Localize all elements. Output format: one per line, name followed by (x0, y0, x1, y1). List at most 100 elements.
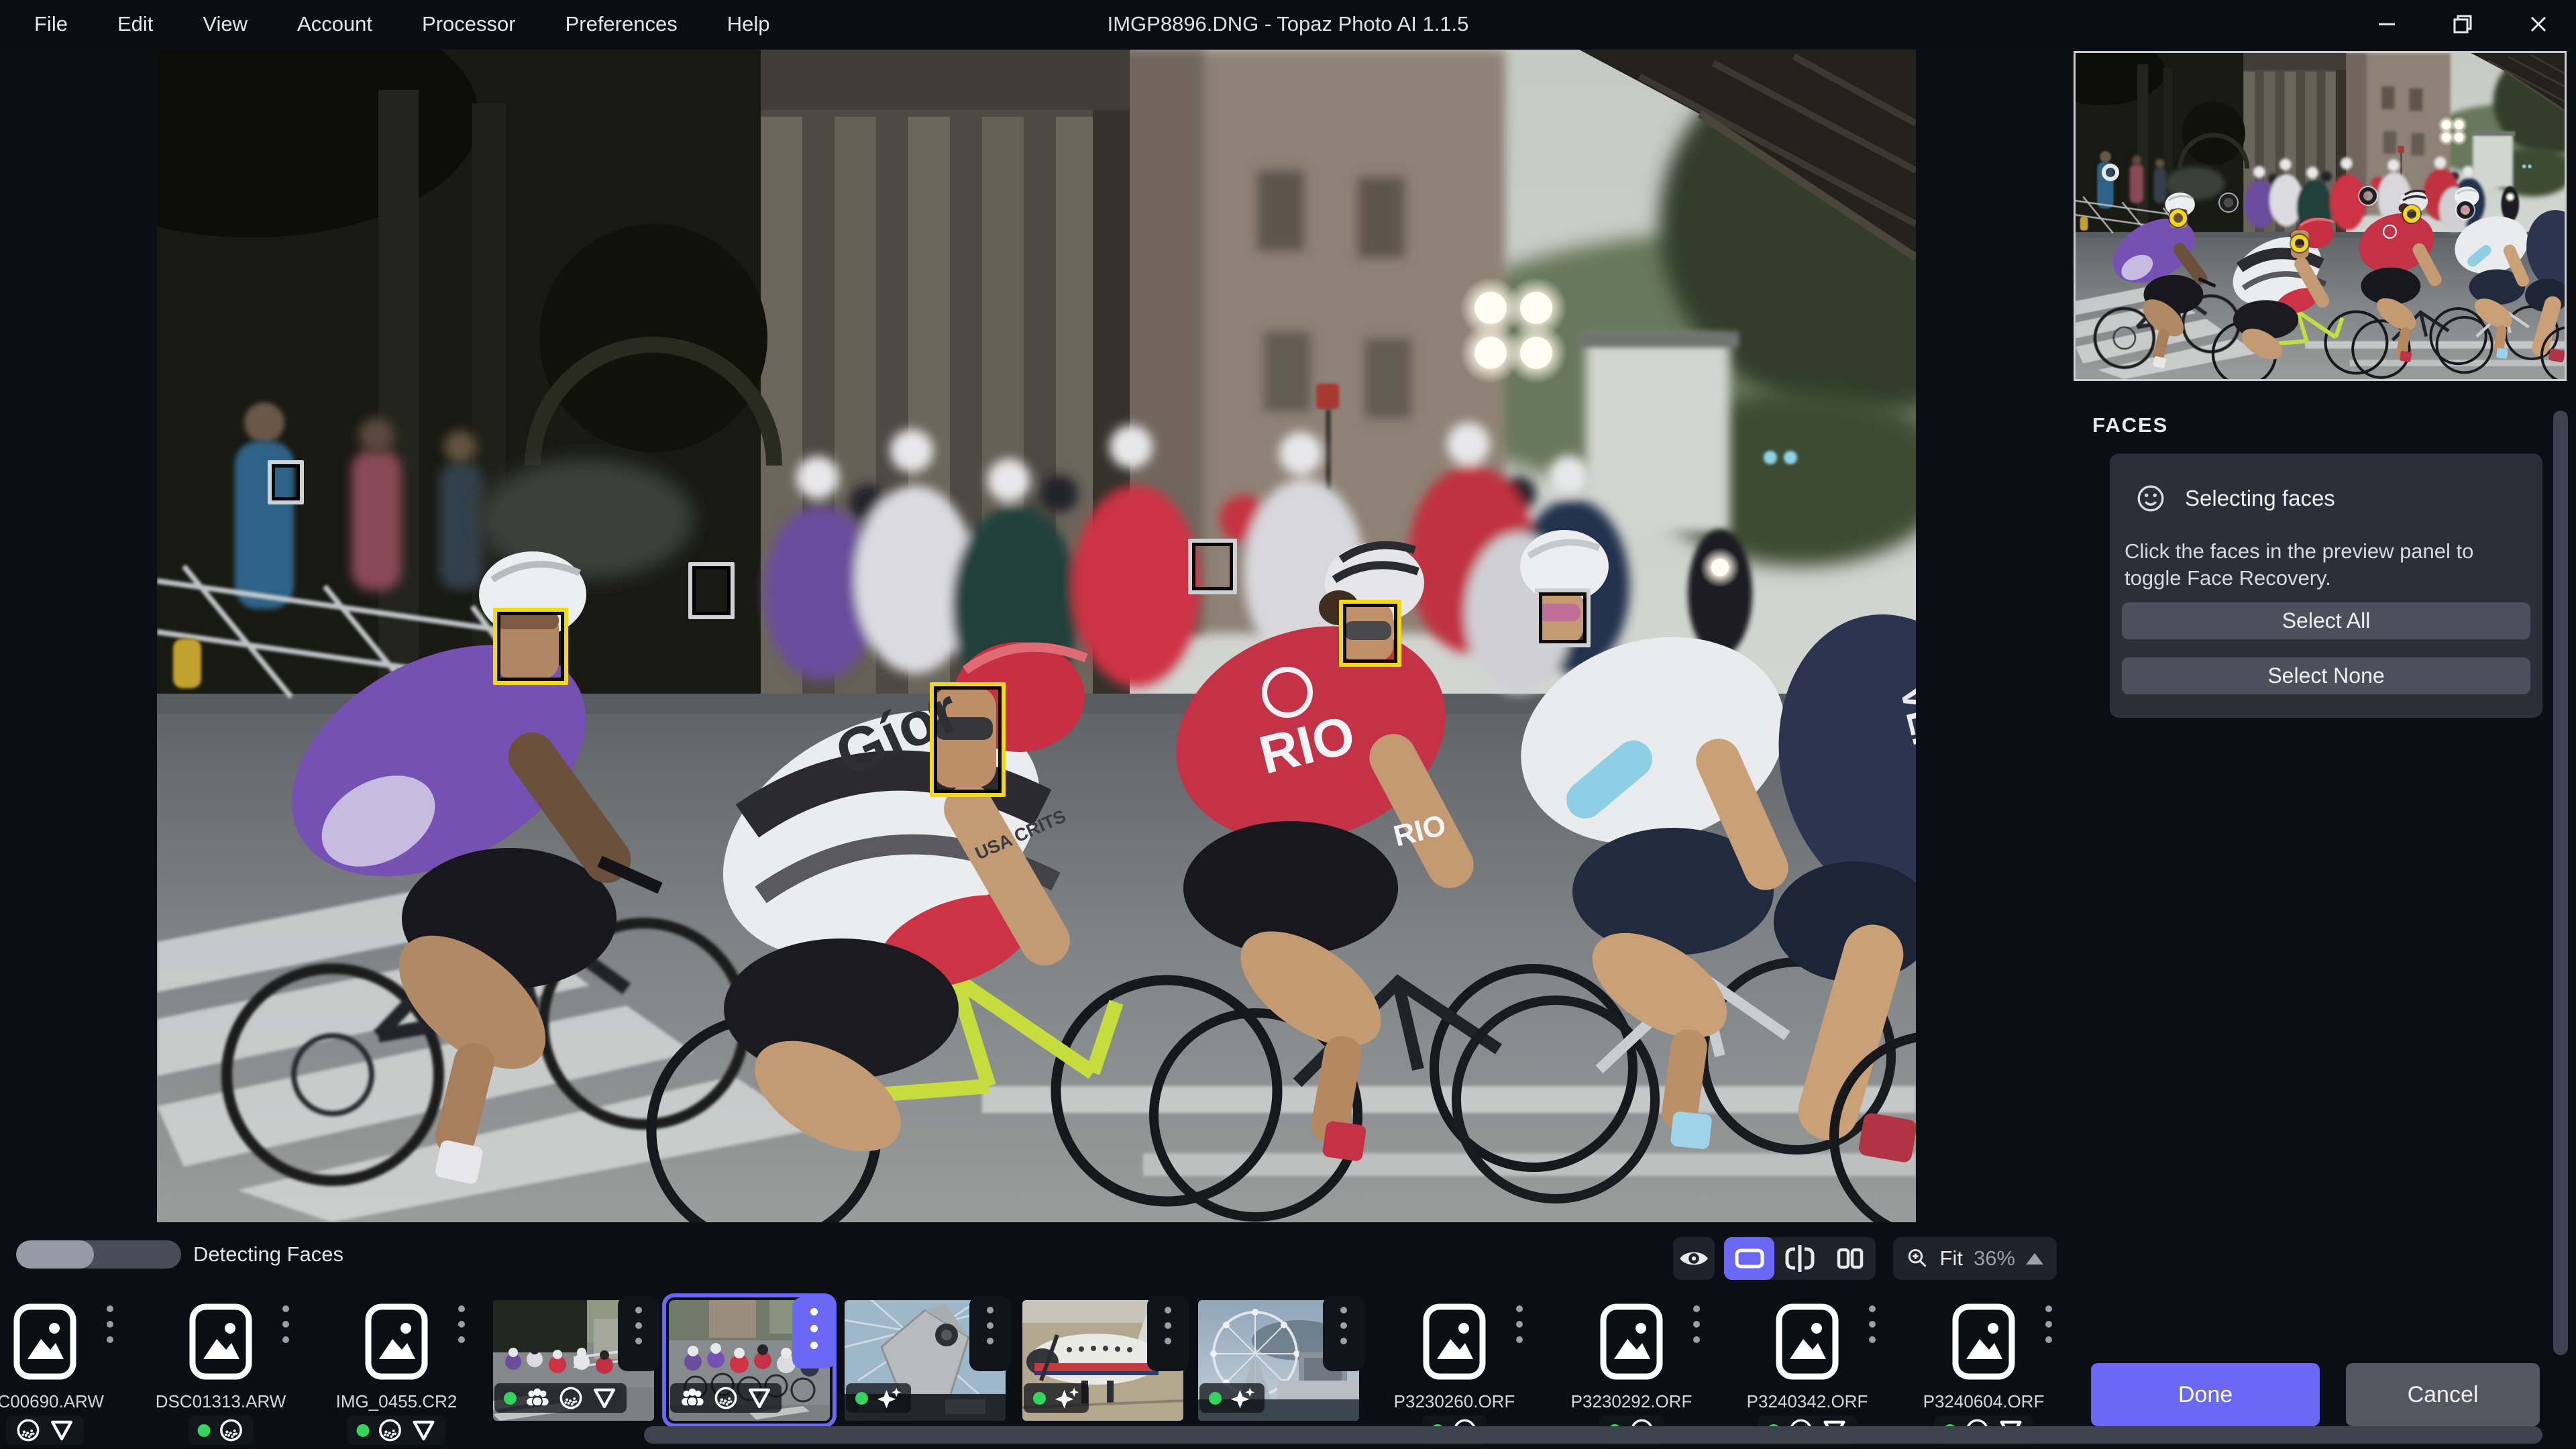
side-by-side-icon (1834, 1245, 1866, 1272)
thumbnail-status-badges (670, 1383, 782, 1413)
sharpen-badge-icon (411, 1417, 437, 1443)
view-mode-single[interactable] (1724, 1237, 1774, 1280)
thumbnail-menu-button[interactable] (1165, 1307, 1171, 1344)
navigator-face-marker-5[interactable] (2359, 187, 2377, 205)
menu-help[interactable]: Help (702, 12, 795, 36)
photo-canvas[interactable]: GíorUSA CRITSRIORIOVERGE (157, 50, 1916, 1222)
cancel-button[interactable]: Cancel (2346, 1363, 2540, 1426)
filmstrip-item-P3230260.ORF[interactable]: P3230260.ORF (1374, 1300, 1535, 1434)
filmstrip-item-spaceship[interactable] (845, 1300, 1006, 1434)
filmstrip-item-cycling-a[interactable] (493, 1300, 654, 1434)
menu-view[interactable]: View (178, 12, 272, 36)
filmstrip-item-cycling-b[interactable] (669, 1300, 830, 1434)
face-box-7-unselected[interactable] (1535, 588, 1591, 647)
navigator-face-marker-1[interactable] (2102, 164, 2119, 181)
view-mode-split[interactable] (1774, 1237, 1825, 1280)
photo-jersey-labels: GíorUSA CRITSRIORIOVERGE (157, 50, 1916, 1222)
done-button[interactable]: Done (2091, 1363, 2320, 1426)
sharpen-badge-icon (747, 1385, 772, 1411)
menu-file[interactable]: File (9, 12, 93, 36)
thumbnail-menu-button[interactable] (458, 1305, 465, 1343)
thumbnail-menu-button[interactable] (1869, 1305, 1876, 1343)
menu-bar: FileEditViewAccountProcessorPreferencesH… (9, 0, 794, 48)
thumbnail-menu-button-selected[interactable] (792, 1297, 835, 1368)
window-title: IMGP8896.DNG - Topaz Photo AI 1.1.5 (1108, 0, 1469, 48)
navigator-face-marker-3[interactable] (2220, 194, 2237, 211)
enhance-badge-icon (1054, 1385, 1079, 1411)
thumbnail-menu-button[interactable] (635, 1307, 642, 1344)
thumbnail-menu-notch (1323, 1296, 1364, 1371)
filmstrip-item-IMG_0455.CR2[interactable]: IMG_0455.CR2 (316, 1300, 477, 1434)
filmstrip: SC00690.ARWDSC01313.ARWIMG_0455.CR2 P3230… (0, 1283, 2073, 1449)
filmstrip-filename: IMG_0455.CR2 (276, 1391, 517, 1412)
filmstrip-item-DSC01313.ARW[interactable]: DSC01313.ARW (140, 1300, 301, 1434)
faces-status-title: Selecting faces (2185, 486, 2335, 511)
thumbnail-menu-button[interactable] (2045, 1305, 2052, 1343)
menu-account[interactable]: Account (272, 12, 397, 36)
ready-status-dot (357, 1424, 370, 1437)
filmstrip-item-P3240342.ORF[interactable]: P3240342.ORF (1727, 1300, 1888, 1434)
thumbnail-menu-button[interactable] (1693, 1305, 1700, 1343)
thumbnail-status-badges (347, 1415, 446, 1445)
faces-status-row: Selecting faces (2135, 483, 2335, 514)
restore-button[interactable] (2424, 0, 2500, 48)
face-box-6-selected[interactable] (1339, 600, 1401, 667)
preview-original-button[interactable] (1673, 1237, 1715, 1280)
denoise-badge-icon (558, 1385, 584, 1411)
navigator-photo (2076, 53, 2565, 379)
sharpen-badge-icon (49, 1417, 74, 1443)
thumbnail-status-badges (6, 1415, 84, 1445)
image-placeholder-icon (1951, 1303, 2016, 1381)
thumbnail-menu-button[interactable] (107, 1305, 113, 1343)
select-none-button[interactable]: Select None (2122, 657, 2530, 694)
zoom-dropdown-caret-icon[interactable] (2026, 1253, 2043, 1265)
thumbnail-status-badges (846, 1383, 911, 1413)
filmstrip-item-airplane[interactable] (1022, 1300, 1183, 1434)
zoom-control[interactable]: Fit 36% (1893, 1237, 2057, 1280)
denoise-badge-icon (378, 1417, 403, 1443)
eye-icon (1678, 1247, 1709, 1270)
close-icon (2527, 13, 2550, 36)
close-button[interactable] (2500, 0, 2576, 48)
face-box-2-selected[interactable] (493, 608, 568, 685)
thumbnail-menu-notch (618, 1296, 659, 1371)
split-view-icon (1784, 1244, 1816, 1273)
image-placeholder-icon (13, 1303, 77, 1381)
minimize-button[interactable] (2349, 0, 2424, 48)
menu-processor[interactable]: Processor (397, 12, 541, 36)
image-placeholder-icon (1422, 1303, 1487, 1381)
image-placeholder-icon (1599, 1303, 1664, 1381)
view-mode-side-by-side[interactable] (1825, 1237, 1876, 1280)
faces-section-heading: FACES (2092, 413, 2168, 437)
face-box-4-selected[interactable] (930, 682, 1006, 797)
ready-status-dot (198, 1424, 211, 1437)
filmstrip-item-ferris[interactable] (1198, 1300, 1359, 1434)
thumbnail-menu-button[interactable] (282, 1305, 289, 1343)
filmstrip-horizontal-scrollbar[interactable] (644, 1426, 2542, 1444)
menu-preferences[interactable]: Preferences (541, 12, 702, 36)
sharpen-badge-icon (592, 1385, 617, 1411)
face-box-1-unselected[interactable] (268, 460, 304, 504)
face-box-3-unselected[interactable] (688, 562, 735, 619)
panel-vertical-scrollbar[interactable] (2553, 411, 2568, 1355)
navigator-preview[interactable] (2074, 51, 2567, 381)
menu-edit[interactable]: Edit (93, 12, 178, 36)
thumbnail-menu-button[interactable] (1516, 1305, 1523, 1343)
enhance-badge-icon (1230, 1385, 1255, 1411)
restore-icon (2451, 13, 2474, 36)
navigator-face-marker-2[interactable] (2169, 209, 2187, 227)
face-box-5-unselected[interactable] (1188, 539, 1237, 594)
image-placeholder-icon (1775, 1303, 1839, 1381)
filmstrip-item-P3240604.ORF[interactable]: P3240604.ORF (1903, 1300, 2064, 1434)
thumbnail-menu-button[interactable] (987, 1307, 994, 1344)
select-all-button[interactable]: Select All (2122, 602, 2530, 639)
navigator-face-marker-7[interactable] (2457, 201, 2474, 219)
filmstrip-item-P3230292.ORF[interactable]: P3230292.ORF (1551, 1300, 1712, 1434)
ready-status-dot (855, 1392, 868, 1405)
filmstrip-item-SC00690.ARW[interactable]: SC00690.ARW (0, 1300, 125, 1434)
denoise-badge-icon (219, 1417, 244, 1443)
thumbnail-status-badges (494, 1383, 627, 1413)
svg-text:RIO: RIO (1254, 704, 1361, 786)
single-view-icon (1733, 1245, 1766, 1272)
thumbnail-menu-button[interactable] (1340, 1307, 1347, 1344)
